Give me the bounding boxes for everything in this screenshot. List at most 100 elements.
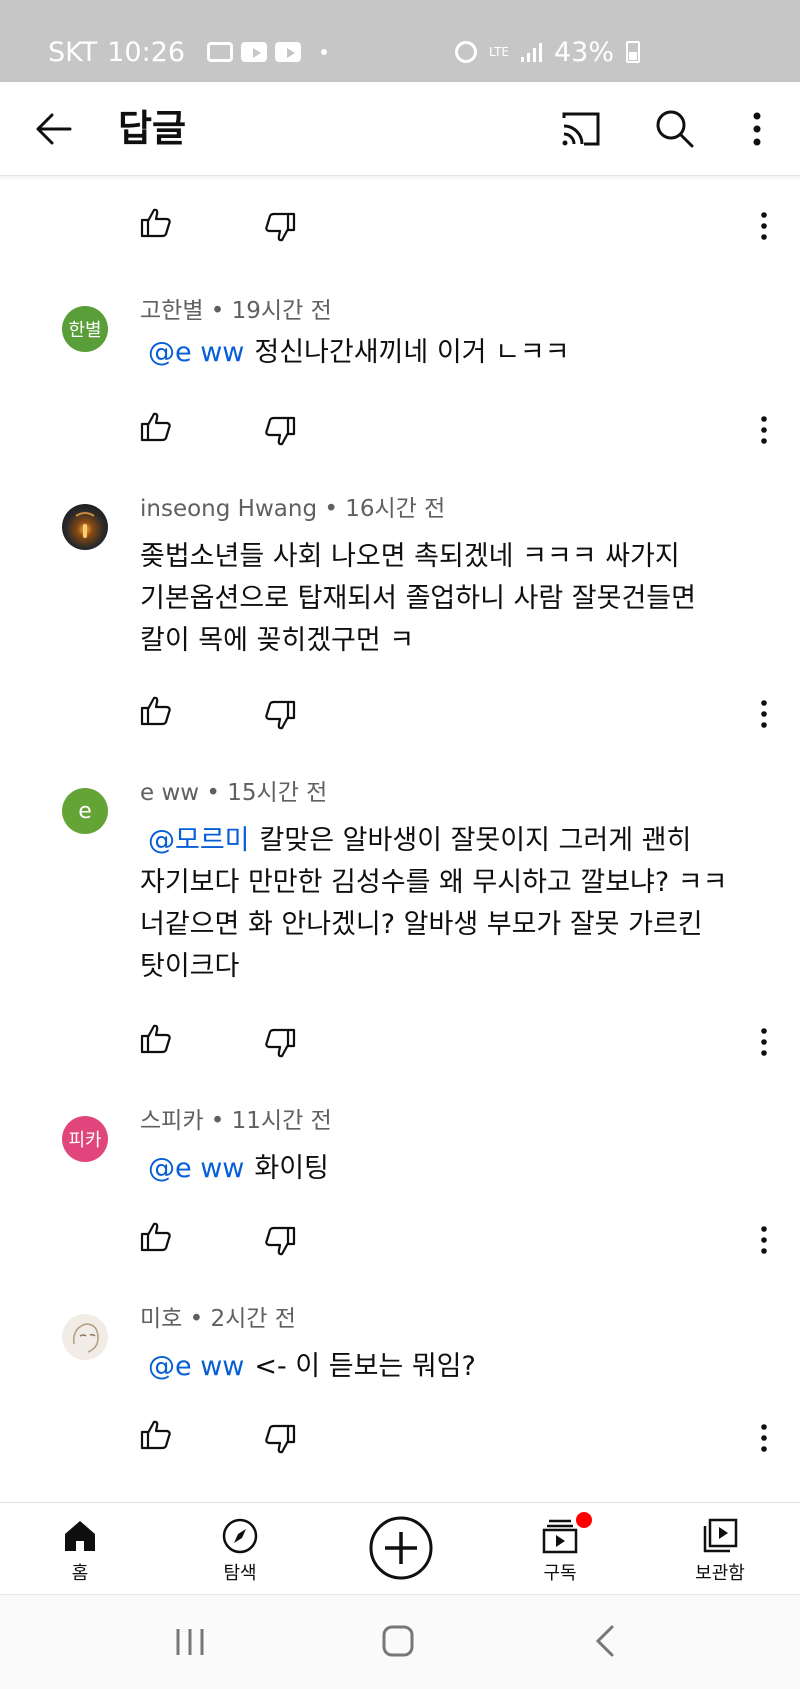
system-navigation-bar	[0, 1594, 800, 1689]
thumbs-up-icon	[140, 412, 171, 442]
comment-more-button[interactable]	[752, 1024, 776, 1060]
comment-line: 탓이크다	[140, 951, 240, 982]
nav-subscriptions[interactable]: 구독	[500, 1503, 620, 1595]
back-arrow-icon	[36, 113, 72, 145]
like-button[interactable]	[138, 204, 174, 240]
comment-line: 칼맞은 알바생이 잘못이지 그러게 괜히	[259, 825, 692, 856]
nav-home[interactable]: 홈	[20, 1503, 140, 1595]
like-button[interactable]	[138, 692, 174, 728]
recents-icon	[176, 1629, 204, 1655]
recents-button[interactable]	[172, 1625, 208, 1659]
dislike-button[interactable]	[262, 1422, 298, 1458]
carrier-label: SKT	[48, 36, 98, 68]
comment-more-button[interactable]	[752, 208, 776, 244]
comment-text: @모르미 칼맞은 알바생이 잘못이지 그러게 괜히 자기보다 만만한 김성수를 왜…	[140, 820, 760, 988]
avatar-photo	[75, 512, 95, 538]
thumbs-down-icon	[265, 416, 296, 446]
like-button[interactable]	[138, 1416, 174, 1452]
home-system-button[interactable]	[380, 1623, 416, 1659]
thumbs-up-icon	[140, 1420, 171, 1450]
avatar[interactable]: 피카	[62, 1116, 108, 1162]
like-button[interactable]	[138, 1218, 174, 1254]
comment-meta: 스피카 • 11시간 전	[140, 1108, 332, 1134]
dislike-button[interactable]	[262, 1224, 298, 1260]
more-vert-icon	[761, 1028, 767, 1056]
nav-library[interactable]: 보관함	[660, 1503, 780, 1595]
search-button[interactable]	[650, 104, 700, 154]
avatar[interactable]	[62, 504, 108, 550]
comment-meta: 미호 • 2시간 전	[140, 1306, 296, 1332]
notification-icons	[207, 42, 328, 62]
dislike-button[interactable]	[262, 210, 298, 246]
mention-link[interactable]: @e ww	[148, 337, 244, 368]
notification-dot	[576, 1512, 592, 1528]
comment-line: 너같으면 화 안나겠니? 알바생 부모가 잘못 가르킨	[140, 909, 703, 940]
more-vert-icon	[761, 416, 767, 444]
home-square-icon	[382, 1625, 414, 1657]
dislike-button[interactable]	[262, 1026, 298, 1062]
comment-line: 자기보다 만만한 김성수를 왜 무시하고 깔보냐? ㅋㅋ	[140, 867, 728, 898]
avatar[interactable]: 한별	[62, 306, 108, 352]
comment-more-button[interactable]	[752, 1222, 776, 1258]
page-title: 답글	[118, 107, 187, 150]
comment-meta: 고한별 • 19시간 전	[140, 298, 332, 324]
create-button[interactable]	[368, 1515, 434, 1581]
avatar[interactable]: e	[62, 788, 108, 834]
app-bar: 답글	[0, 82, 800, 176]
comment-more-button[interactable]	[752, 696, 776, 732]
mention-link[interactable]: @e ww	[148, 1351, 244, 1382]
battery-icon	[626, 41, 640, 63]
bottom-navigation: 홈 탐색 구독 보관함	[0, 1502, 800, 1594]
mention-link[interactable]: @모르미	[148, 825, 250, 856]
comment-actions	[0, 204, 800, 254]
mention-link[interactable]: @e ww	[148, 1153, 244, 1184]
network-label: LTE	[489, 45, 509, 59]
chevron-left-icon	[595, 1625, 614, 1657]
comment-meta: inseong Hwang • 16시간 전	[140, 496, 446, 522]
youtube-icon	[241, 42, 268, 62]
dislike-button[interactable]	[262, 698, 298, 734]
battery-percent: 43%	[553, 36, 614, 68]
back-system-button[interactable]	[590, 1623, 620, 1659]
comment-body: 정신나간새끼네 이거 ㄴㅋㅋ	[254, 337, 570, 368]
nav-explore[interactable]: 탐색	[180, 1503, 300, 1595]
comment-actions	[0, 692, 800, 742]
compass-icon	[222, 1518, 258, 1554]
search-icon	[656, 110, 694, 148]
comment-line: 칼이 목에 꽂히겠구먼 ㅋ	[140, 625, 415, 656]
comment-text: @e ww <- 이 듣보는 뭐임?	[140, 1346, 760, 1388]
avatar-initials: e	[78, 798, 92, 824]
plus-circle-icon	[369, 1516, 433, 1580]
comment-text: @e ww 화이팅	[140, 1148, 760, 1190]
more-vert-icon	[761, 1226, 767, 1254]
thumbs-up-icon	[140, 208, 171, 238]
comment-text: @e ww 정신나간새끼네 이거 ㄴㅋㅋ	[140, 332, 760, 374]
dislike-button[interactable]	[262, 414, 298, 450]
comment-body: <- 이 듣보는 뭐임?	[254, 1351, 476, 1382]
status-bar: SKT 10:26 LTE 43%	[0, 0, 800, 82]
more-options-button[interactable]	[740, 104, 774, 154]
gallery-icon	[207, 42, 234, 62]
comment-line: 좆법소년들 사회 나오면 촉되겠네 ㅋㅋㅋ 싸가지	[140, 541, 680, 572]
cast-button[interactable]	[556, 104, 606, 154]
like-button[interactable]	[138, 408, 174, 444]
clock: 10:26	[107, 36, 186, 68]
thumbs-down-icon	[265, 212, 296, 242]
comment-text: 좆법소년들 사회 나오면 촉되겠네 ㅋㅋㅋ 싸가지 기본옵션으로 탑재되서 졸업…	[140, 536, 760, 662]
thumbs-down-icon	[265, 1028, 296, 1058]
comment-more-button[interactable]	[752, 412, 776, 448]
thumbs-down-icon	[265, 700, 296, 730]
nav-explore-label: 탐색	[223, 1563, 257, 1584]
more-vert-icon	[753, 112, 761, 146]
comment-actions	[0, 1020, 800, 1070]
comment-actions	[0, 408, 800, 458]
comment-more-button[interactable]	[752, 1420, 776, 1456]
back-button[interactable]	[30, 104, 80, 154]
thumbs-down-icon	[265, 1226, 296, 1256]
comment-body: 화이팅	[254, 1153, 329, 1184]
avatar[interactable]	[62, 1314, 108, 1360]
like-button[interactable]	[138, 1020, 174, 1056]
thumbs-up-icon	[140, 1024, 171, 1054]
nav-subscriptions-label: 구독	[543, 1563, 577, 1584]
more-vert-icon	[761, 212, 767, 240]
